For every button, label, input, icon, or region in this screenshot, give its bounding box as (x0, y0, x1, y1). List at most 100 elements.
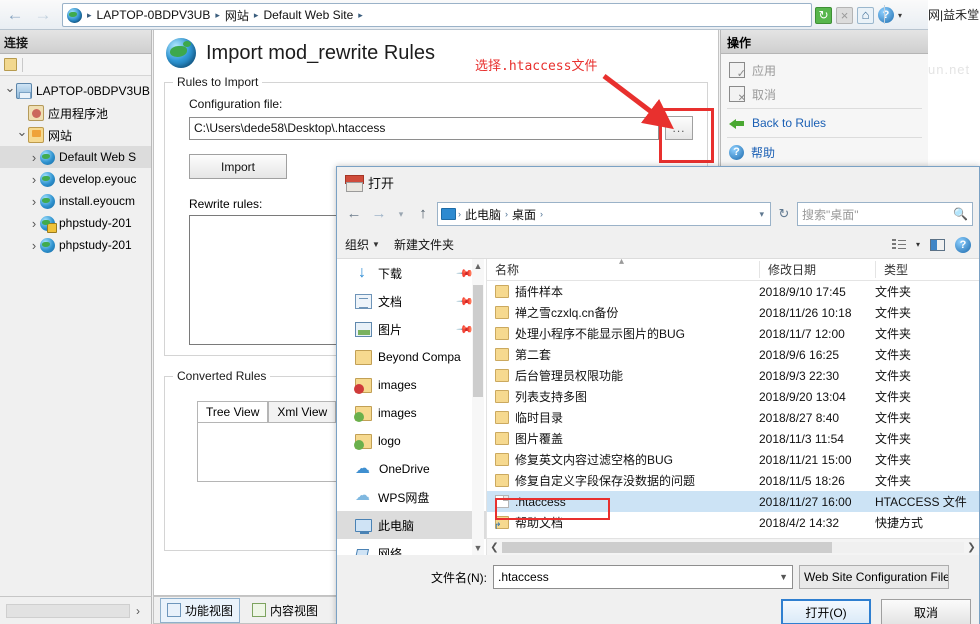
chevron-down-icon[interactable]: ▾ (759, 209, 767, 220)
tree-node-server[interactable]: LAPTOP-0BDPV3UB (0, 80, 151, 102)
tab-xml-view[interactable]: Xml View (268, 401, 337, 422)
forward-arrow-icon[interactable]: → (368, 203, 390, 225)
table-row[interactable]: 处理小程序不能显示图片的BUG 2018/11/7 12:00 文件夹 (487, 323, 979, 344)
breadcrumb-item-default-web-site[interactable]: Default Web Site (260, 8, 356, 22)
search-icon[interactable]: 🔍 (953, 207, 968, 221)
nav-item-network[interactable]: 网络 (337, 539, 486, 556)
tree-node-default-web-site[interactable]: Default Web S (0, 146, 151, 168)
chevron-right-icon[interactable]: › (136, 604, 140, 618)
nav-item-pictures[interactable]: 图片 📌 (337, 315, 486, 343)
open-button[interactable]: 打开(O) (781, 599, 871, 624)
table-row[interactable]: 第二套 2018/9/6 16:25 文件夹 (487, 344, 979, 365)
scroll-left-icon[interactable]: ❮ (487, 542, 502, 553)
file-type-cell: 文件夹 (875, 432, 912, 446)
filetype-select[interactable]: Web Site Configuration File ▼ (799, 565, 949, 589)
table-row[interactable]: 临时目录 2018/8/27 8:40 文件夹 (487, 407, 979, 428)
stop-icon[interactable] (836, 6, 853, 24)
file-type-cell: 文件夹 (875, 474, 912, 488)
back-arrow-icon[interactable]: ← (343, 203, 365, 225)
search-input[interactable]: 搜索"桌面" 🔍 (797, 202, 973, 226)
nav-item-images-red[interactable]: images (337, 371, 486, 399)
file-name: 后台管理员权限功能 (515, 369, 624, 383)
cancel-button[interactable]: 取消 (881, 599, 971, 624)
organize-button[interactable]: 组织 ▼ (345, 236, 380, 253)
scrollbar-thumb[interactable] (473, 285, 483, 397)
forward-arrow-icon[interactable]: → (30, 4, 56, 26)
path-crumb-desktop[interactable]: 桌面 (510, 206, 538, 223)
file-list-horizontal-scrollbar[interactable]: ❮ ❯ (487, 538, 979, 555)
scroll-right-icon[interactable]: ❯ (964, 542, 979, 553)
scroll-up-icon[interactable]: ▲ (472, 259, 484, 273)
breadcrumb[interactable]: ▸ LAPTOP-0BDPV3UB ▸ 网站 ▸ Default Web Sit… (62, 3, 812, 27)
chevron-right-icon[interactable] (28, 216, 40, 231)
chevron-right-icon[interactable] (28, 238, 40, 253)
new-folder-button[interactable]: 新建文件夹 (394, 236, 454, 253)
chevron-down-icon[interactable]: ▼ (779, 572, 788, 582)
refresh-icon[interactable] (815, 6, 832, 24)
config-file-input[interactable]: C:\Users\dede58\Desktop\.htaccess (189, 116, 659, 140)
column-header-date[interactable]: 修改日期 (759, 261, 875, 278)
tab-features-view[interactable]: 功能视图 (160, 597, 241, 623)
table-row[interactable]: 修复自定义字段保存没数据的问题 2018/11/5 18:26 文件夹 (487, 470, 979, 491)
table-row[interactable]: 禅之雪czxlq.cn备份 2018/11/26 10:18 文件夹 (487, 302, 979, 323)
table-row[interactable]: 插件样本 2018/9/10 17:45 文件夹 (487, 281, 979, 302)
connection-add-icon[interactable] (4, 58, 17, 71)
chevron-right-icon[interactable] (28, 150, 40, 165)
chevron-down-icon[interactable]: ▾ (898, 11, 902, 20)
up-arrow-icon[interactable]: ↑ (412, 203, 434, 225)
tree-node-phpstudy-site-1[interactable]: phpstudy-201 (0, 212, 151, 234)
table-row[interactable]: 图片覆盖 2018/11/3 11:54 文件夹 (487, 428, 979, 449)
home-icon[interactable] (857, 6, 874, 24)
table-row[interactable]: 列表支持多图 2018/9/20 13:04 文件夹 (487, 386, 979, 407)
tree-node-sites[interactable]: 网站 (0, 124, 151, 146)
tree-node-app-pools[interactable]: 应用程序池 (0, 102, 151, 124)
nav-item-this-pc[interactable]: 此电脑 (337, 511, 486, 539)
chevron-down-icon[interactable] (4, 83, 16, 99)
desktop-icon (441, 208, 456, 220)
nav-item-images-green[interactable]: images (337, 399, 486, 427)
nav-item-documents[interactable]: 文档 📌 (337, 287, 486, 315)
action-help[interactable]: ? 帮助 (721, 140, 928, 164)
tree-node-develop-site[interactable]: develop.eyouc (0, 168, 151, 190)
tree-node-phpstudy-site-2[interactable]: phpstudy-201 (0, 234, 151, 256)
scroll-down-icon[interactable]: ▼ (472, 541, 484, 555)
help-icon[interactable]: ? (878, 7, 894, 23)
filename-input[interactable]: .htaccess ▼ (493, 565, 793, 589)
tree-node-install-site[interactable]: install.eyoucm (0, 190, 151, 212)
breadcrumb-item-sites[interactable]: 网站 (222, 7, 252, 24)
table-row[interactable]: 修复英文内容过滤空格的BUG 2018/11/21 15:00 文件夹 (487, 449, 979, 470)
back-arrow-icon[interactable]: ← (2, 4, 28, 26)
column-header-type[interactable]: 类型 (875, 261, 965, 278)
chevron-down-icon[interactable] (16, 127, 28, 143)
path-breadcrumb[interactable]: › 此电脑 › 桌面 › ▾ (437, 202, 771, 226)
file-name-cell: 修复英文内容过滤空格的BUG (487, 451, 759, 468)
chevron-right-icon[interactable] (28, 172, 40, 187)
help-icon[interactable]: ? (955, 236, 971, 253)
connections-tree: LAPTOP-0BDPV3UB 应用程序池 网站 Default Web S (0, 80, 151, 256)
tab-tree-view[interactable]: Tree View (197, 401, 269, 422)
chevron-right-icon[interactable] (28, 194, 40, 209)
chevron-down-icon[interactable]: ▾ (916, 240, 920, 249)
tab-content-view[interactable]: 内容视图 (246, 599, 324, 622)
action-back-to-rules[interactable]: Back to Rules (721, 111, 928, 135)
nav-item-beyond-compare[interactable]: Beyond Compa (337, 343, 486, 371)
scrollbar-thumb[interactable] (502, 541, 832, 553)
scrollbar-track[interactable] (832, 541, 964, 553)
nav-item-downloads[interactable]: 下载 📌 (337, 259, 486, 287)
preview-pane-icon[interactable] (930, 238, 945, 251)
column-header-name[interactable]: 名称 ▴ (487, 259, 759, 278)
nav-item-onedrive[interactable]: OneDrive (337, 455, 486, 483)
nav-item-wps-cloud[interactable]: WPS网盘 (337, 483, 486, 511)
recent-locations-icon[interactable]: ▾ (393, 203, 409, 225)
folder-green-badge-icon (354, 433, 372, 450)
refresh-icon[interactable]: ↻ (774, 203, 794, 225)
dialog-body: 下载 📌 文档 📌 图片 📌 Beyond Compa (337, 259, 979, 555)
breadcrumb-item-server[interactable]: LAPTOP-0BDPV3UB (94, 8, 214, 22)
nav-pane-scrollbar[interactable]: ▲ ▼ (472, 259, 484, 555)
path-crumb-this-pc[interactable]: 此电脑 (463, 206, 503, 223)
import-button[interactable]: Import (189, 154, 287, 179)
table-row[interactable]: 后台管理员权限功能 2018/9/3 22:30 文件夹 (487, 365, 979, 386)
view-layout-icon[interactable] (891, 238, 906, 251)
website-globe-icon (40, 193, 55, 209)
nav-item-logo[interactable]: logo (337, 427, 486, 455)
